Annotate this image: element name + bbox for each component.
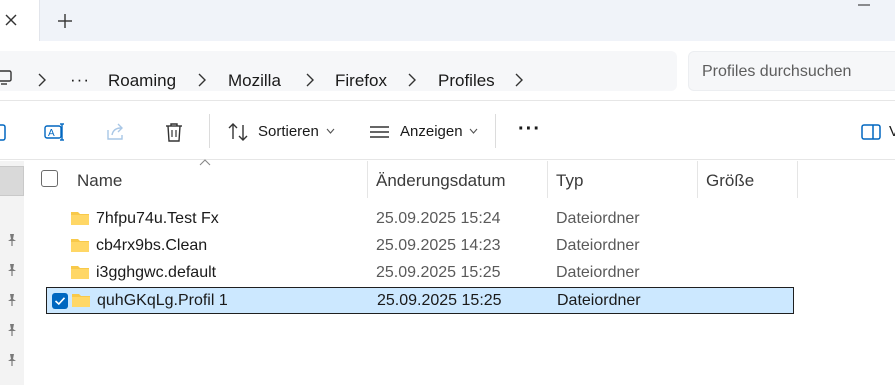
close-icon[interactable] — [2, 10, 22, 30]
file-name[interactable]: cb4rx9bs.Clean — [96, 237, 207, 255]
file-row[interactable]: cb4rx9bs.Clean 25.09.2025 14:23 Dateiord… — [46, 233, 794, 260]
column-date[interactable]: Änderungsdatum — [376, 171, 505, 191]
chevron-right-icon[interactable] — [514, 73, 524, 87]
folder-icon — [71, 239, 89, 252]
file-type: Dateiordner — [556, 210, 640, 227]
sort-button[interactable]: Sortieren — [258, 123, 319, 140]
rename-icon[interactable]: A — [44, 121, 66, 143]
pin-icon[interactable] — [5, 293, 19, 307]
search-placeholder: Profiles durchsuchen — [702, 63, 852, 80]
column-divider[interactable] — [367, 161, 368, 198]
file-row[interactable]: 7hfpu74u.Test Fx 25.09.2025 15:24 Dateio… — [46, 206, 794, 233]
column-type[interactable]: Typ — [556, 171, 583, 191]
file-name[interactable]: quhGKqLg.Profil 1 — [97, 292, 228, 310]
file-date: 25.09.2025 14:23 — [376, 237, 501, 254]
breadcrumb-item-mozilla[interactable]: Mozilla — [228, 71, 281, 91]
column-divider[interactable] — [797, 161, 798, 198]
breadcrumb-item-roaming[interactable]: Roaming — [108, 71, 176, 91]
file-type: Dateiordner — [557, 292, 641, 309]
chevron-right-icon[interactable] — [197, 73, 207, 87]
select-all-checkbox[interactable] — [41, 170, 58, 187]
toolbar-divider — [209, 114, 210, 148]
file-date: 25.09.2025 15:24 — [376, 210, 501, 227]
computer-icon[interactable] — [0, 70, 14, 86]
breadcrumb-item-firefox[interactable]: Firefox — [335, 71, 387, 91]
file-type: Dateiordner — [556, 237, 640, 254]
pin-icon[interactable] — [5, 323, 19, 337]
toolbar-divider — [495, 114, 496, 148]
tab-strip — [0, 0, 895, 41]
view-lines-icon[interactable] — [369, 121, 391, 143]
trash-icon[interactable] — [163, 121, 185, 143]
file-name[interactable]: 7hfpu74u.Test Fx — [96, 210, 219, 228]
more-options-button[interactable]: ··· — [518, 119, 541, 139]
chevron-right-icon[interactable] — [37, 73, 47, 87]
pin-icon[interactable] — [5, 353, 19, 367]
column-divider[interactable] — [547, 161, 548, 198]
file-row-selected[interactable]: quhGKqLg.Profil 1 25.09.2025 15:25 Datei… — [46, 287, 794, 314]
chevron-right-icon[interactable] — [305, 73, 315, 87]
folder-icon — [72, 294, 90, 307]
svg-text:A: A — [48, 128, 55, 139]
copy-icon[interactable] — [0, 121, 10, 143]
minimize-icon[interactable] — [858, 2, 870, 8]
column-name[interactable]: Name — [77, 171, 122, 191]
file-name[interactable]: i3gghgwc.default — [96, 264, 216, 282]
sort-arrows-icon[interactable] — [227, 121, 249, 143]
folder-icon — [71, 212, 89, 225]
column-divider[interactable] — [697, 161, 698, 198]
file-date: 25.09.2025 15:25 — [376, 264, 501, 281]
details-button[interactable]: V — [889, 123, 895, 140]
active-tab[interactable] — [0, 0, 40, 41]
chevron-down-icon[interactable] — [469, 128, 478, 134]
search-input[interactable]: Profiles durchsuchen — [688, 51, 895, 91]
breadcrumb-item-profiles[interactable]: Profiles — [438, 71, 495, 91]
nav-selected-item[interactable] — [0, 166, 24, 196]
row-checkbox[interactable] — [52, 293, 68, 309]
details-pane-icon[interactable] — [861, 123, 881, 141]
column-size[interactable]: Größe — [706, 171, 754, 191]
sort-ascending-icon — [199, 159, 211, 166]
share-icon[interactable] — [104, 121, 126, 143]
plus-icon[interactable] — [53, 9, 77, 33]
file-row[interactable]: i3gghgwc.default 25.09.2025 15:25 Dateio… — [46, 260, 794, 287]
chevron-right-icon[interactable] — [407, 73, 417, 87]
view-button[interactable]: Anzeigen — [400, 123, 463, 140]
breadcrumb-overflow[interactable]: ··· — [70, 71, 90, 89]
command-bar: A Sortieren Anzeigen ··· V — [0, 101, 895, 160]
checkmark-icon — [54, 297, 66, 306]
pin-icon[interactable] — [5, 263, 19, 277]
file-date: 25.09.2025 15:25 — [377, 292, 502, 309]
breadcrumb[interactable]: ··· Roaming Mozilla Firefox Profiles — [0, 51, 677, 91]
file-type: Dateiordner — [556, 264, 640, 281]
chevron-down-icon[interactable] — [326, 128, 335, 134]
pin-icon[interactable] — [5, 233, 19, 247]
folder-icon — [71, 266, 89, 279]
address-row: ··· Roaming Mozilla Firefox Profiles Pro… — [0, 41, 895, 101]
